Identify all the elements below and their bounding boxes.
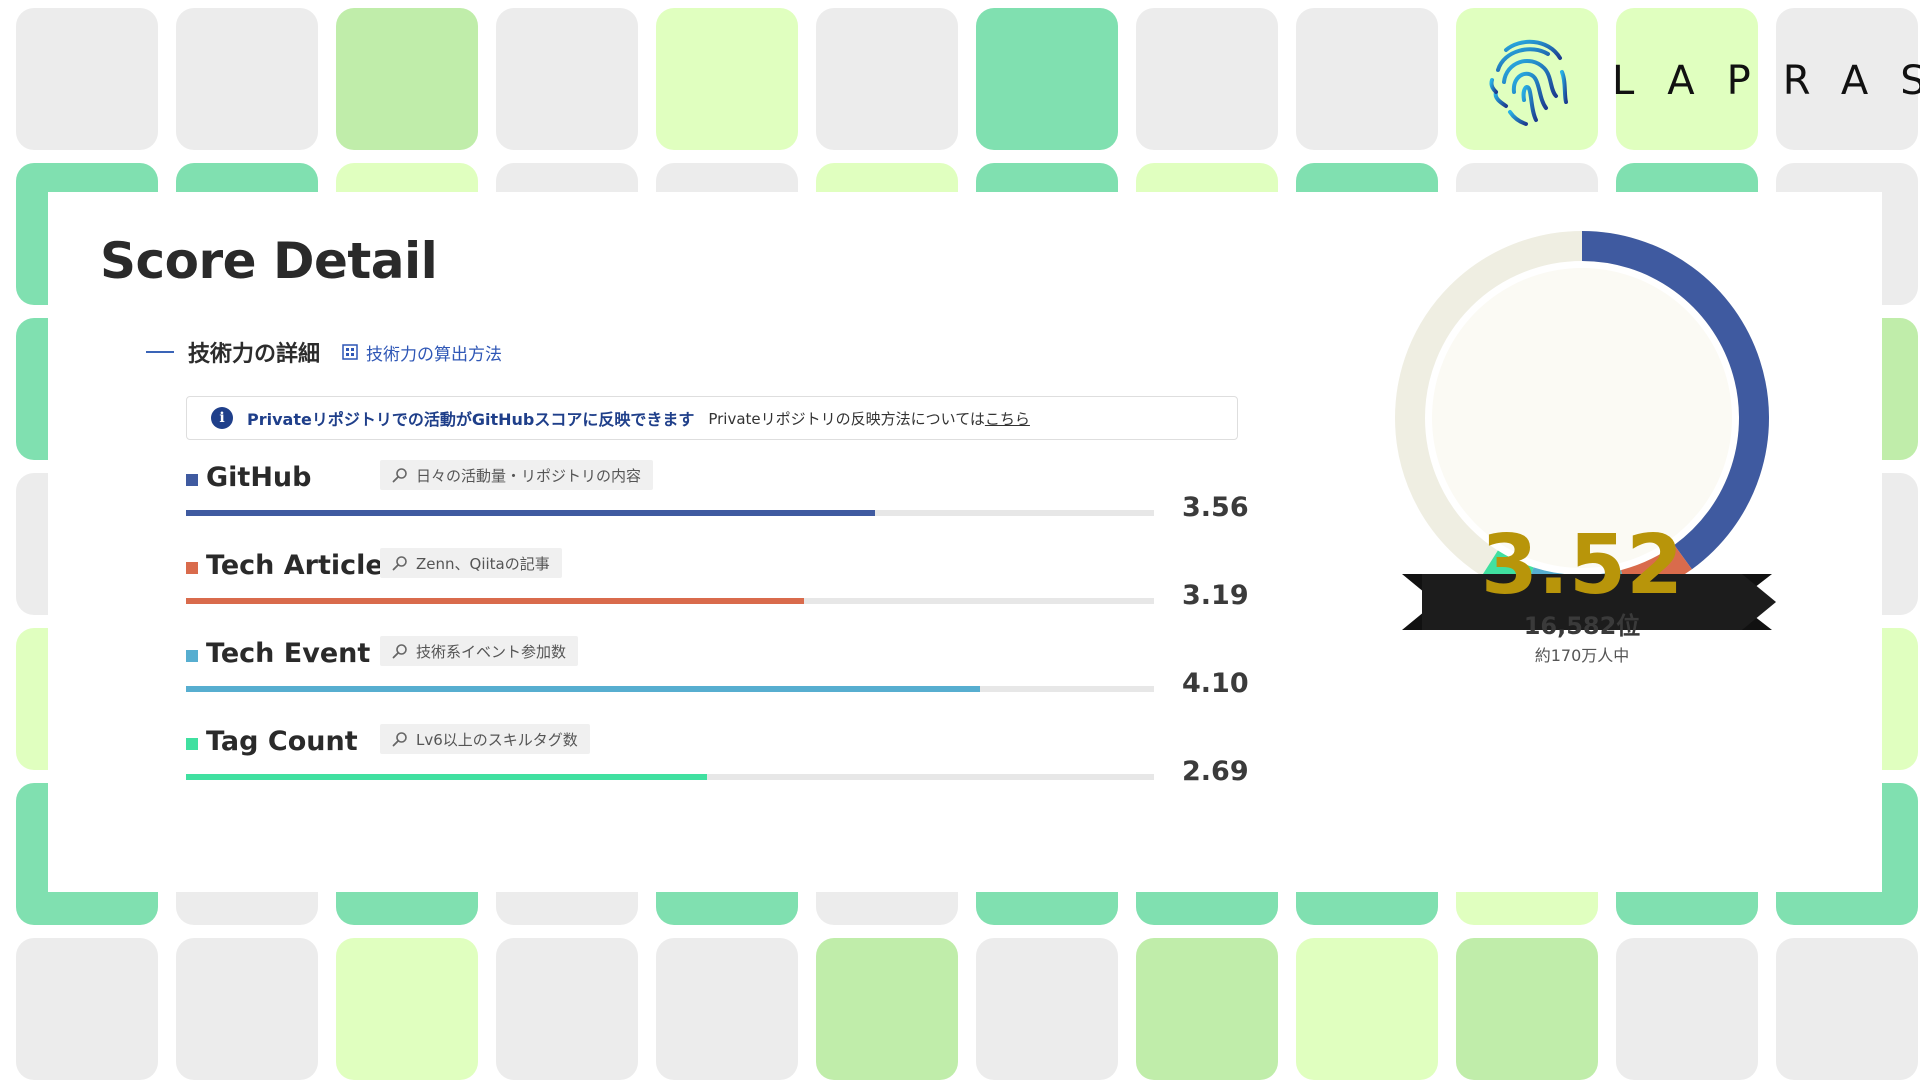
private-repo-notice: i Privateリポジトリでの活動がGitHubスコアに反映できます Priv… bbox=[186, 396, 1238, 440]
notice-sub-text: Privateリポジトリの反映方法については bbox=[708, 409, 985, 428]
metric-tag: 日々の活動量・リポジトリの内容 bbox=[380, 460, 654, 490]
metric-score: 3.19 bbox=[1182, 580, 1249, 611]
metric-tag-count: Tag Count Lv6以上のスキルタグ数 2.69 bbox=[186, 724, 1286, 806]
background-tile bbox=[336, 8, 478, 150]
metric-color-square bbox=[186, 474, 198, 486]
section-header: 技術力の詳細 技術力の算出方法 bbox=[146, 332, 502, 372]
background-tile bbox=[1296, 938, 1438, 1080]
metric-track bbox=[186, 686, 1154, 692]
search-icon bbox=[392, 644, 407, 659]
metric-name: GitHub bbox=[206, 462, 312, 493]
fingerprint-head-icon bbox=[1489, 39, 1568, 126]
info-icon: i bbox=[211, 407, 233, 429]
background-tile bbox=[1616, 938, 1758, 1080]
lapras-logo: LAPRAS bbox=[1486, 36, 1920, 130]
metric-tag: Zenn、Qiitaの記事 bbox=[380, 548, 562, 578]
notice-link[interactable]: こちら bbox=[985, 408, 1030, 429]
brand-name: LAPRAS bbox=[1612, 58, 1920, 104]
metric-tag-label: Zenn、Qiitaの記事 bbox=[416, 554, 550, 573]
metric-color-square bbox=[186, 562, 198, 574]
metric-tag: 技術系イベント参加数 bbox=[380, 636, 579, 666]
search-icon bbox=[392, 468, 407, 483]
rank-population: 約170万人中 bbox=[1534, 646, 1630, 665]
grid-doc-icon bbox=[342, 344, 358, 360]
background-tile bbox=[16, 8, 158, 150]
background-tile bbox=[1136, 8, 1278, 150]
background-tile bbox=[976, 938, 1118, 1080]
background-tile bbox=[1456, 938, 1598, 1080]
metric-github: GitHub 日々の活動量・リポジトリの内容 3.56 bbox=[186, 460, 1286, 542]
background-tile bbox=[976, 8, 1118, 150]
background-tile bbox=[176, 8, 318, 150]
background-tile bbox=[176, 938, 318, 1080]
background-tile bbox=[496, 8, 638, 150]
rank-ribbon-label: Rank in TOP 20000 bbox=[1466, 760, 1786, 798]
metric-score: 3.56 bbox=[1182, 492, 1249, 523]
total-score: 3.52 bbox=[1480, 518, 1684, 613]
background-tile bbox=[1136, 938, 1278, 1080]
metric-fill-bar bbox=[186, 774, 707, 780]
notice-main-text: Privateリポジトリでの活動がGitHubスコアに反映できます bbox=[247, 410, 695, 429]
metric-score: 2.69 bbox=[1182, 756, 1249, 787]
section-dash bbox=[146, 351, 174, 353]
background-tile bbox=[816, 938, 958, 1080]
metric-fill-bar bbox=[186, 598, 804, 604]
calculation-method-label: 技術力の算出方法 bbox=[366, 344, 503, 365]
metric-track bbox=[186, 774, 1154, 780]
metric-name: Tech Article bbox=[206, 550, 384, 581]
metric-tag-label: Lv6以上のスキルタグ数 bbox=[416, 730, 578, 749]
background-tile bbox=[1776, 938, 1918, 1080]
metric-tech-event: Tech Event 技術系イベント参加数 4.10 bbox=[186, 636, 1286, 718]
section-title: 技術力の詳細 bbox=[188, 342, 321, 367]
metric-color-square bbox=[186, 650, 198, 662]
metric-score: 4.10 bbox=[1182, 668, 1249, 699]
metric-tag: Lv6以上のスキルタグ数 bbox=[380, 724, 590, 754]
background-tile bbox=[496, 938, 638, 1080]
metric-tag-label: 日々の活動量・リポジトリの内容 bbox=[416, 466, 642, 485]
background-tile bbox=[1296, 8, 1438, 150]
ribbon-prefix: Rank in bbox=[1480, 767, 1595, 796]
metric-track bbox=[186, 510, 1154, 516]
background-tile bbox=[656, 8, 798, 150]
rank-position: 16,582位 bbox=[1523, 612, 1641, 640]
metric-fill-bar bbox=[186, 510, 876, 516]
metric-color-square bbox=[186, 738, 198, 750]
background-tile bbox=[656, 938, 798, 1080]
background-tile bbox=[16, 938, 158, 1080]
metric-tech-article: Tech Article Zenn、Qiitaの記事 3.19 bbox=[186, 548, 1286, 630]
ribbon-top: TOP bbox=[1594, 767, 1652, 796]
metric-fill-bar bbox=[186, 686, 980, 692]
ribbon-number: 20000 bbox=[1660, 760, 1772, 798]
search-icon bbox=[392, 732, 407, 747]
calculation-method-link[interactable]: 技術力の算出方法 bbox=[342, 340, 502, 365]
metric-tag-label: 技術系イベント参加数 bbox=[416, 642, 567, 661]
search-icon bbox=[392, 556, 407, 571]
metric-track bbox=[186, 598, 1154, 604]
background-tile bbox=[816, 8, 958, 150]
background-tile bbox=[336, 938, 478, 1080]
page-title: Score Detail bbox=[100, 232, 438, 290]
metric-name: Tech Event bbox=[206, 638, 371, 669]
metric-name: Tag Count bbox=[206, 726, 358, 757]
